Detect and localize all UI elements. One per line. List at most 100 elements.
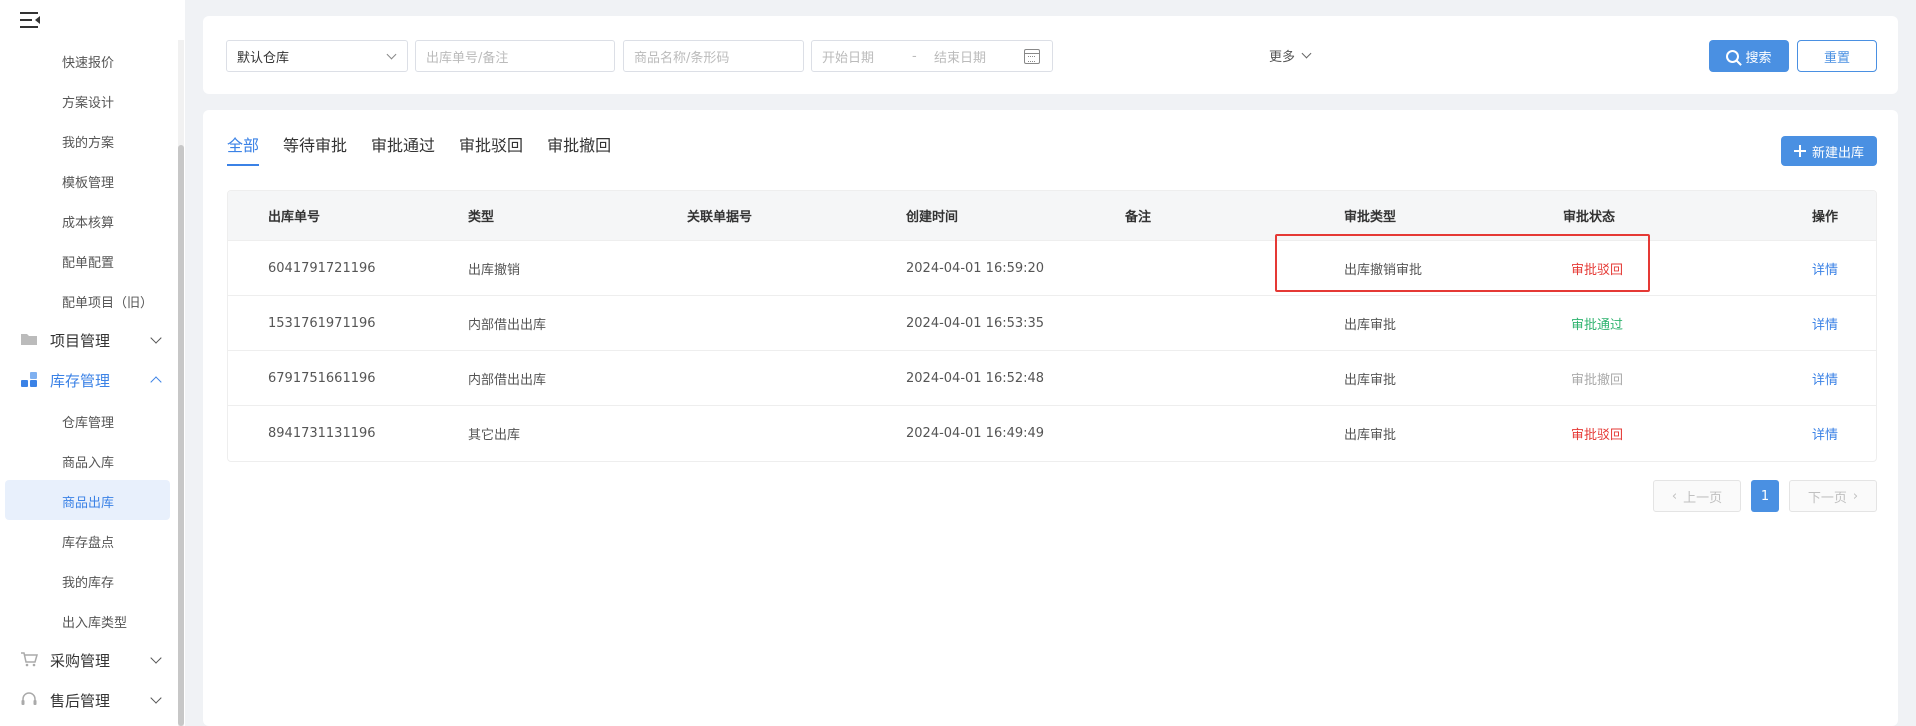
sidebar-item-stocktake[interactable]: 库存盘点 (62, 532, 114, 551)
sidebar-item-solution-design[interactable]: 方案设计 (62, 92, 114, 111)
cell-approval-type: 出库撤销审批 (1344, 262, 1423, 278)
sidebar-item-inbound[interactable]: 商品入库 (62, 452, 114, 471)
table-row: 8941731131196 其它出库 2024-04-01 16:49:49 出… (228, 406, 1876, 461)
inventory-icon (20, 371, 40, 389)
next-page-button[interactable]: 下一页 › (1789, 480, 1877, 512)
folder-icon (20, 331, 40, 349)
search-button[interactable]: 搜索 (1709, 40, 1789, 72)
date-separator: - (912, 48, 917, 64)
outbound-search-placeholder: 出库单号/备注 (426, 50, 509, 66)
chevron-down-icon (150, 692, 162, 704)
col-type: 类型 (468, 210, 495, 225)
sidebar-group-label: 售后管理 (50, 691, 111, 710)
sidebar-group-label: 库存管理 (50, 371, 111, 390)
tab-all[interactable]: 全部 (227, 132, 260, 166)
sidebar-item-io-types[interactable]: 出入库类型 (62, 612, 127, 631)
cell-approval-type: 出库审批 (1344, 372, 1397, 388)
more-filters-label: 更多 (1269, 50, 1296, 65)
chevron-down-icon (386, 49, 397, 60)
col-approval-type: 审批类型 (1344, 210, 1397, 225)
prev-page-label: 上一页 (1683, 490, 1723, 506)
new-outbound-button[interactable]: 新建出库 (1781, 136, 1877, 166)
cart-icon (20, 651, 40, 669)
outbound-list-panel: 全部 等待审批 审批通过 审批驳回 审批撤回 新建出库 出库单号 类型 关联单据… (203, 110, 1898, 726)
warehouse-select-value: 默认仓库 (237, 50, 290, 66)
more-filters-toggle[interactable]: 更多 (1269, 46, 1312, 65)
sidebar-item-quick-quote[interactable]: 快速报价 (62, 52, 114, 71)
new-outbound-label: 新建出库 (1811, 145, 1864, 161)
product-search-input[interactable]: 商品名称/条形码 (623, 40, 804, 72)
details-link[interactable]: 详情 (1758, 259, 1876, 278)
chevron-down-icon (150, 652, 162, 664)
reset-button[interactable]: 重置 (1797, 40, 1877, 72)
search-icon (1726, 49, 1740, 63)
details-link[interactable]: 详情 (1758, 424, 1876, 443)
chevron-up-icon (150, 376, 162, 388)
prev-page-button[interactable]: ‹ 上一页 (1653, 480, 1741, 512)
col-approval-status: 审批状态 (1563, 210, 1616, 225)
calendar-icon (1024, 49, 1040, 64)
col-action: 操作 (1811, 210, 1838, 225)
sidebar-group-project[interactable]: 项目管理 (20, 328, 170, 352)
sidebar-scroll-thumb[interactable] (178, 145, 184, 726)
cell-approval-status: 审批驳回 (1571, 262, 1624, 278)
sidebar-item-outbound[interactable]: 商品出库 (62, 492, 114, 511)
sidebar-item-templates[interactable]: 模板管理 (62, 172, 114, 191)
sidebar-item-my-solutions[interactable]: 我的方案 (62, 132, 114, 151)
headset-icon (20, 691, 40, 709)
tab-withdrawn[interactable]: 审批撤回 (547, 132, 611, 166)
cell-outbound-no: 6041791721196 (268, 260, 376, 276)
search-button-label: 搜索 (1745, 50, 1772, 66)
cell-created: 2024-04-01 16:52:48 (906, 370, 1045, 386)
sidebar-item-warehouse[interactable]: 仓库管理 (62, 412, 114, 431)
product-search-placeholder: 商品名称/条形码 (634, 50, 730, 66)
chevron-down-icon (1301, 48, 1312, 59)
outbound-search-input[interactable]: 出库单号/备注 (415, 40, 615, 72)
sidebar-item-my-inventory[interactable]: 我的库存 (62, 572, 114, 591)
cell-outbound-no: 6791751661196 (268, 370, 376, 386)
cell-outbound-no: 8941731131196 (268, 426, 376, 441)
sidebar-group-label: 项目管理 (50, 331, 111, 350)
plus-icon (1793, 145, 1806, 157)
cell-type: 内部借出出库 (468, 317, 547, 333)
col-created: 创建时间 (906, 210, 959, 225)
tab-rejected[interactable]: 审批驳回 (459, 132, 523, 166)
chevron-left-icon: ‹ (1671, 488, 1678, 504)
outbound-table: 出库单号 类型 关联单据号 创建时间 备注 审批类型 审批状态 操作 60417… (227, 190, 1877, 462)
sidebar-group-purchase[interactable]: 采购管理 (20, 648, 170, 672)
cell-type: 出库撤销 (468, 262, 521, 278)
details-link[interactable]: 详情 (1758, 314, 1876, 333)
chevron-down-icon (150, 332, 162, 344)
sidebar-group-label: 采购管理 (50, 651, 111, 670)
date-range-picker[interactable]: 开始日期 - 结束日期 (811, 40, 1053, 72)
warehouse-select[interactable]: 默认仓库 (226, 40, 408, 72)
table-row: 1531761971196 内部借出出库 2024-04-01 16:53:35… (228, 296, 1876, 351)
start-date-placeholder: 开始日期 (822, 50, 875, 66)
sidebar: 快速报价 方案设计 我的方案 模板管理 成本核算 配单配置 配单项目（旧） 项目… (0, 0, 185, 726)
cell-created: 2024-04-01 16:49:49 (906, 426, 1045, 441)
status-tabs: 全部 等待审批 审批通过 审批驳回 审批撤回 (227, 132, 635, 166)
cell-created: 2024-04-01 16:59:20 (906, 260, 1045, 276)
tab-approved[interactable]: 审批通过 (371, 132, 435, 166)
sidebar-group-aftersales[interactable]: 售后管理 (20, 688, 170, 712)
sidebar-item-config[interactable]: 配单配置 (62, 252, 114, 271)
col-note: 备注 (1125, 210, 1152, 225)
cell-outbound-no: 1531761971196 (268, 315, 376, 331)
sidebar-item-config-projects-old[interactable]: 配单项目（旧） (62, 292, 153, 311)
table-header: 出库单号 类型 关联单据号 创建时间 备注 审批类型 审批状态 操作 (228, 191, 1876, 241)
filter-bar: 默认仓库 出库单号/备注 商品名称/条形码 开始日期 - 结束日期 更多 搜索 … (203, 16, 1898, 94)
tab-pending[interactable]: 等待审批 (283, 132, 347, 166)
cell-approval-status: 审批驳回 (1571, 428, 1624, 443)
sidebar-group-inventory[interactable]: 库存管理 (20, 368, 170, 392)
chevron-right-icon: › (1852, 488, 1859, 504)
reset-button-label: 重置 (1823, 50, 1850, 66)
cell-created: 2024-04-01 16:53:35 (906, 315, 1045, 331)
cell-type: 其它出库 (468, 428, 521, 443)
details-link[interactable]: 详情 (1758, 369, 1876, 388)
end-date-placeholder: 结束日期 (934, 50, 987, 66)
menu-toggle-icon[interactable] (20, 10, 42, 28)
cell-approval-type: 出库审批 (1344, 317, 1397, 333)
table-row: 6791751661196 内部借出出库 2024-04-01 16:52:48… (228, 351, 1876, 406)
sidebar-item-cost-accounting[interactable]: 成本核算 (62, 212, 114, 231)
page-number-current[interactable]: 1 (1751, 480, 1779, 512)
